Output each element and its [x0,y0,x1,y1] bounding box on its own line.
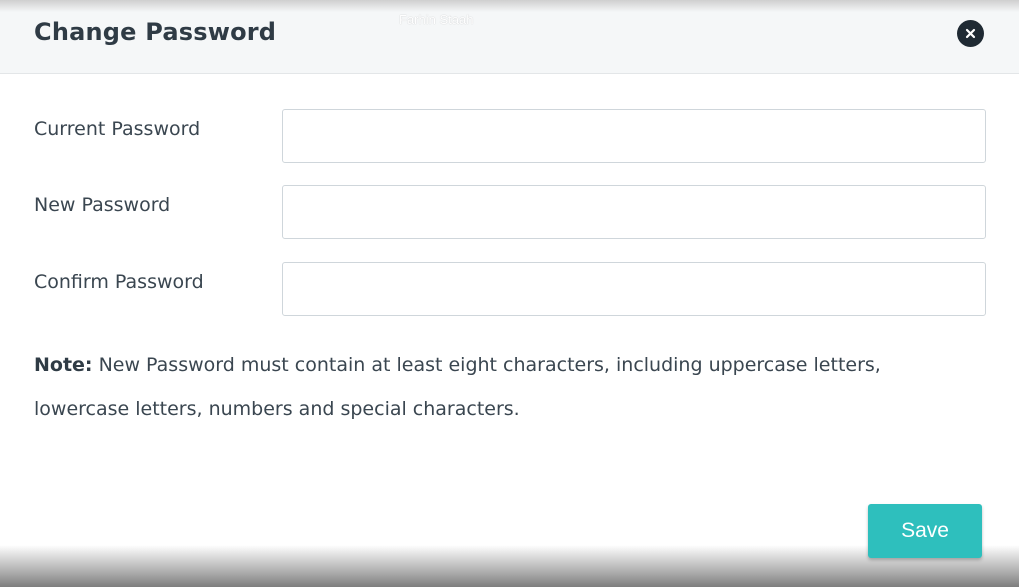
modal-footer-shadow [0,545,1019,587]
change-password-modal: Farhin Staah Change Password Current Pas… [0,0,1019,587]
save-button[interactable]: Save [868,504,982,558]
close-icon [965,28,976,39]
current-password-label: Current Password [34,118,201,140]
new-password-label: New Password [34,194,171,216]
new-password-input[interactable] [282,185,986,239]
current-password-input[interactable] [282,109,986,163]
confirm-password-input[interactable] [282,262,986,316]
note-text: New Password must contain at least eight… [34,354,881,420]
confirm-password-label: Confirm Password [34,271,204,293]
close-button[interactable] [957,20,984,47]
user-name[interactable]: Farhin Staah [399,12,473,28]
note-label: Note: [34,354,93,376]
password-note: Note: New Password must contain at least… [34,343,934,431]
current-password-row: Current Password [0,109,1019,165]
new-password-row: New Password [0,185,1019,241]
confirm-password-row: Confirm Password [0,262,1019,318]
modal-title: Change Password [34,18,277,46]
